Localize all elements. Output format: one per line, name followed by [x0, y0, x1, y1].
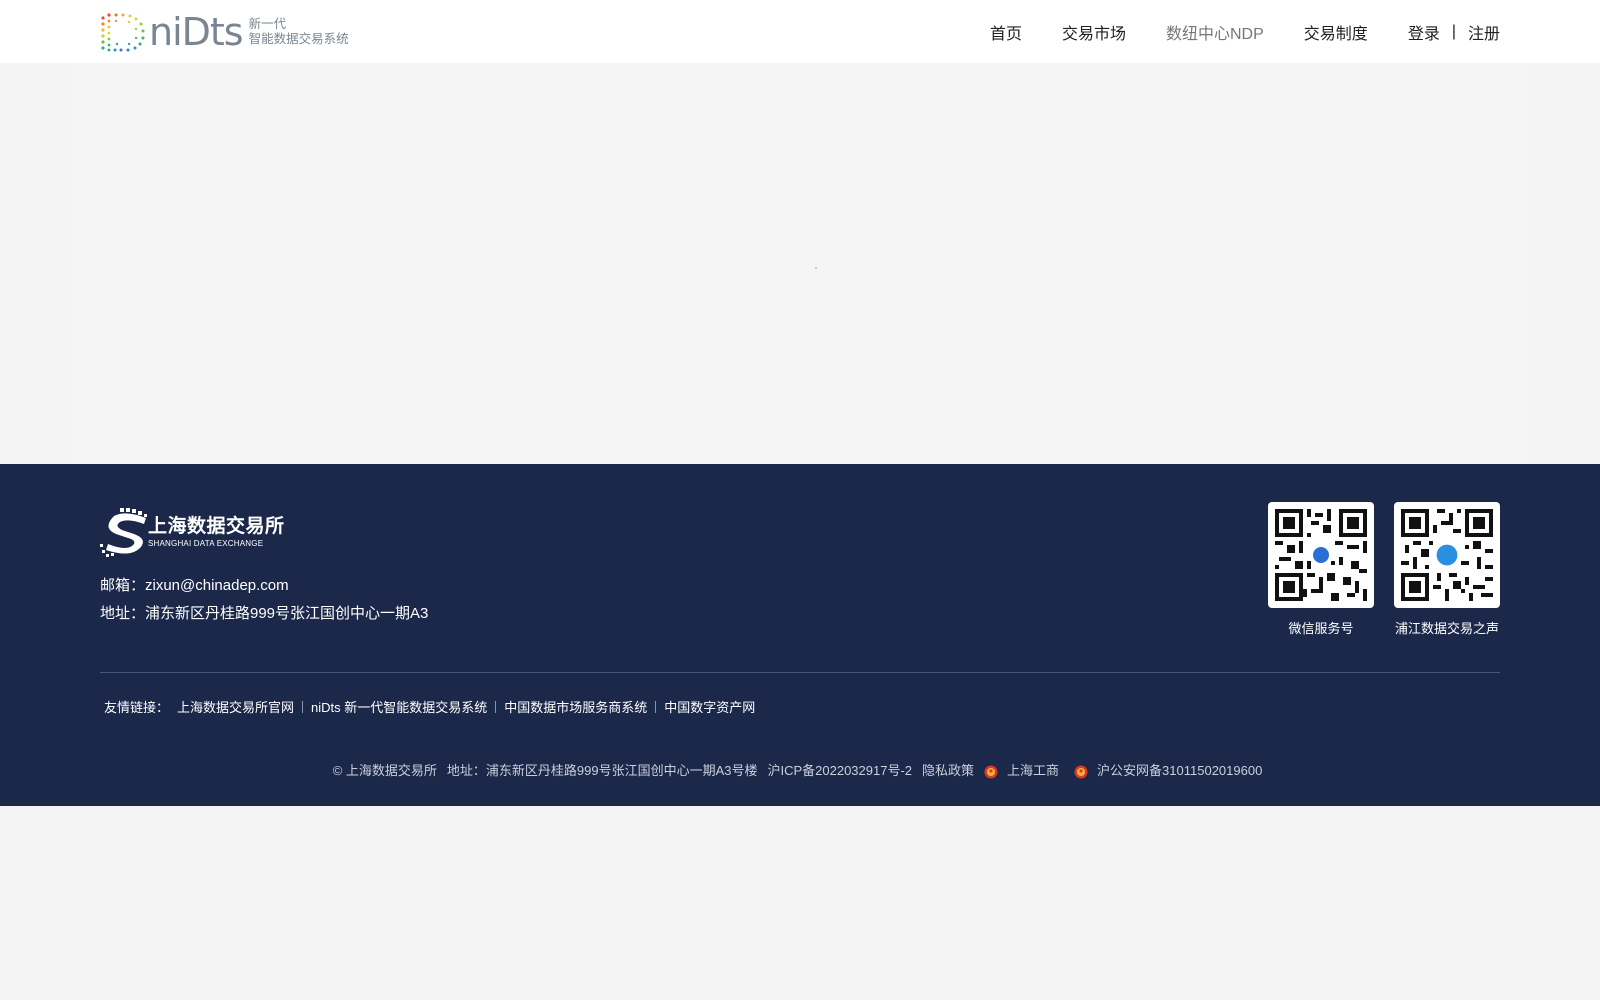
contact-email: 邮箱：zixun@chinadep.com: [100, 577, 289, 594]
icp-link[interactable]: 沪ICP备2022032917号-2: [767, 760, 912, 779]
nav-rules[interactable]: 交易制度: [1304, 20, 1368, 44]
loading-dot: [815, 267, 817, 269]
police-emblem-icon: [1074, 765, 1088, 779]
privacy-link[interactable]: 隐私政策: [922, 760, 974, 779]
logo-subtitle: 新一代 智能数据交易系统: [249, 17, 349, 47]
qr-code-icon: [1401, 509, 1493, 601]
login-link[interactable]: 登录: [1408, 20, 1440, 44]
qr-wechat-label: 微信服务号: [1288, 621, 1354, 636]
register-link[interactable]: 注册: [1468, 20, 1500, 44]
copyright-address: 地址：浦东新区丹桂路999号张江国创中心一期A3号楼: [446, 763, 758, 778]
sde-logo-cn: 上海数据交易所: [148, 515, 285, 537]
qr-wechat-card: 微信服务号: [1268, 502, 1374, 637]
copyright-org: © 上海数据交易所: [332, 763, 437, 778]
police-record-text: 沪公安网备31011502019600: [1097, 763, 1263, 778]
wechat-qr-code: [1268, 502, 1374, 608]
sde-logo-text: 上海数据交易所 SHANGHAI DATA EXCHANGE: [148, 516, 285, 549]
emblem-icon: [984, 765, 998, 779]
link-nidts[interactable]: niDts 新一代智能数据交易系统: [311, 697, 487, 716]
auth-links: 登录 | 注册: [1408, 20, 1500, 44]
nav-market[interactable]: 交易市场: [1062, 20, 1126, 44]
footer-divider: [100, 672, 1500, 673]
biz-license-text: 上海工商: [1007, 763, 1060, 778]
link-separator: [495, 700, 497, 713]
voice-qr-code: [1394, 502, 1500, 608]
link-digital-assets[interactable]: 中国数字资产网: [664, 697, 755, 716]
biz-license[interactable]: 上海工商: [984, 760, 1064, 779]
qr-voice-card: 浦江数据交易之声: [1394, 502, 1500, 637]
link-market-service[interactable]: 中国数据市场服务商系统: [504, 697, 647, 716]
logo-wordmark: niDts: [149, 10, 244, 54]
friendly-links: 友情链接： 上海数据交易所官网 niDts 新一代智能数据交易系统 中国数据市场…: [104, 697, 755, 716]
copyright-bar: © 上海数据交易所 地址：浦东新区丹桂路999号张江国创中心一期A3号楼 沪IC…: [0, 760, 1600, 779]
contact-info: 邮箱：zixun@chinadep.com 地址：浦东新区丹桂路999号张江国创…: [100, 572, 428, 628]
qr-code-icon: [1275, 509, 1367, 601]
contact-address: 地址：浦东新区丹桂路999号张江国创中心一期A3: [100, 605, 429, 622]
sde-logo[interactable]: 上海数据交易所 SHANGHAI DATA EXCHANGE: [100, 506, 285, 558]
friendly-links-title: 友情链接：: [104, 700, 170, 715]
nidts-logo-icon: [101, 13, 145, 52]
main-nav: 首页 交易市场 数纽中心NDP 交易制度 登录 | 注册: [950, 0, 1500, 63]
site-footer: 上海数据交易所 SHANGHAI DATA EXCHANGE 邮箱：zixun@…: [0, 464, 1600, 806]
auth-separator: |: [1451, 22, 1456, 40]
link-sde-official[interactable]: 上海数据交易所官网: [177, 697, 294, 716]
sde-logo-en: SHANGHAI DATA EXCHANGE: [148, 538, 264, 548]
nidts-logo[interactable]: niDts 新一代 智能数据交易系统: [99, 12, 349, 52]
nav-home[interactable]: 首页: [990, 20, 1022, 44]
main-content: [75, 63, 1525, 464]
link-separator: [302, 700, 304, 713]
link-separator: [655, 700, 657, 713]
qr-voice-label: 浦江数据交易之声: [1394, 621, 1499, 636]
logo-subtitle-line1: 新一代: [248, 17, 287, 31]
nav-ndp[interactable]: 数纽中心NDP: [1166, 20, 1264, 44]
logo-subtitle-line2: 智能数据交易系统: [248, 32, 349, 46]
qr-codes: 微信服务号 浦江数据交易之声: [1248, 502, 1500, 637]
sde-logo-icon: [100, 508, 147, 557]
police-record[interactable]: 沪公安网备31011502019600: [1074, 760, 1267, 779]
top-header: niDts 新一代 智能数据交易系统 首页 交易市场 数纽中心NDP 交易制度 …: [0, 0, 1600, 63]
